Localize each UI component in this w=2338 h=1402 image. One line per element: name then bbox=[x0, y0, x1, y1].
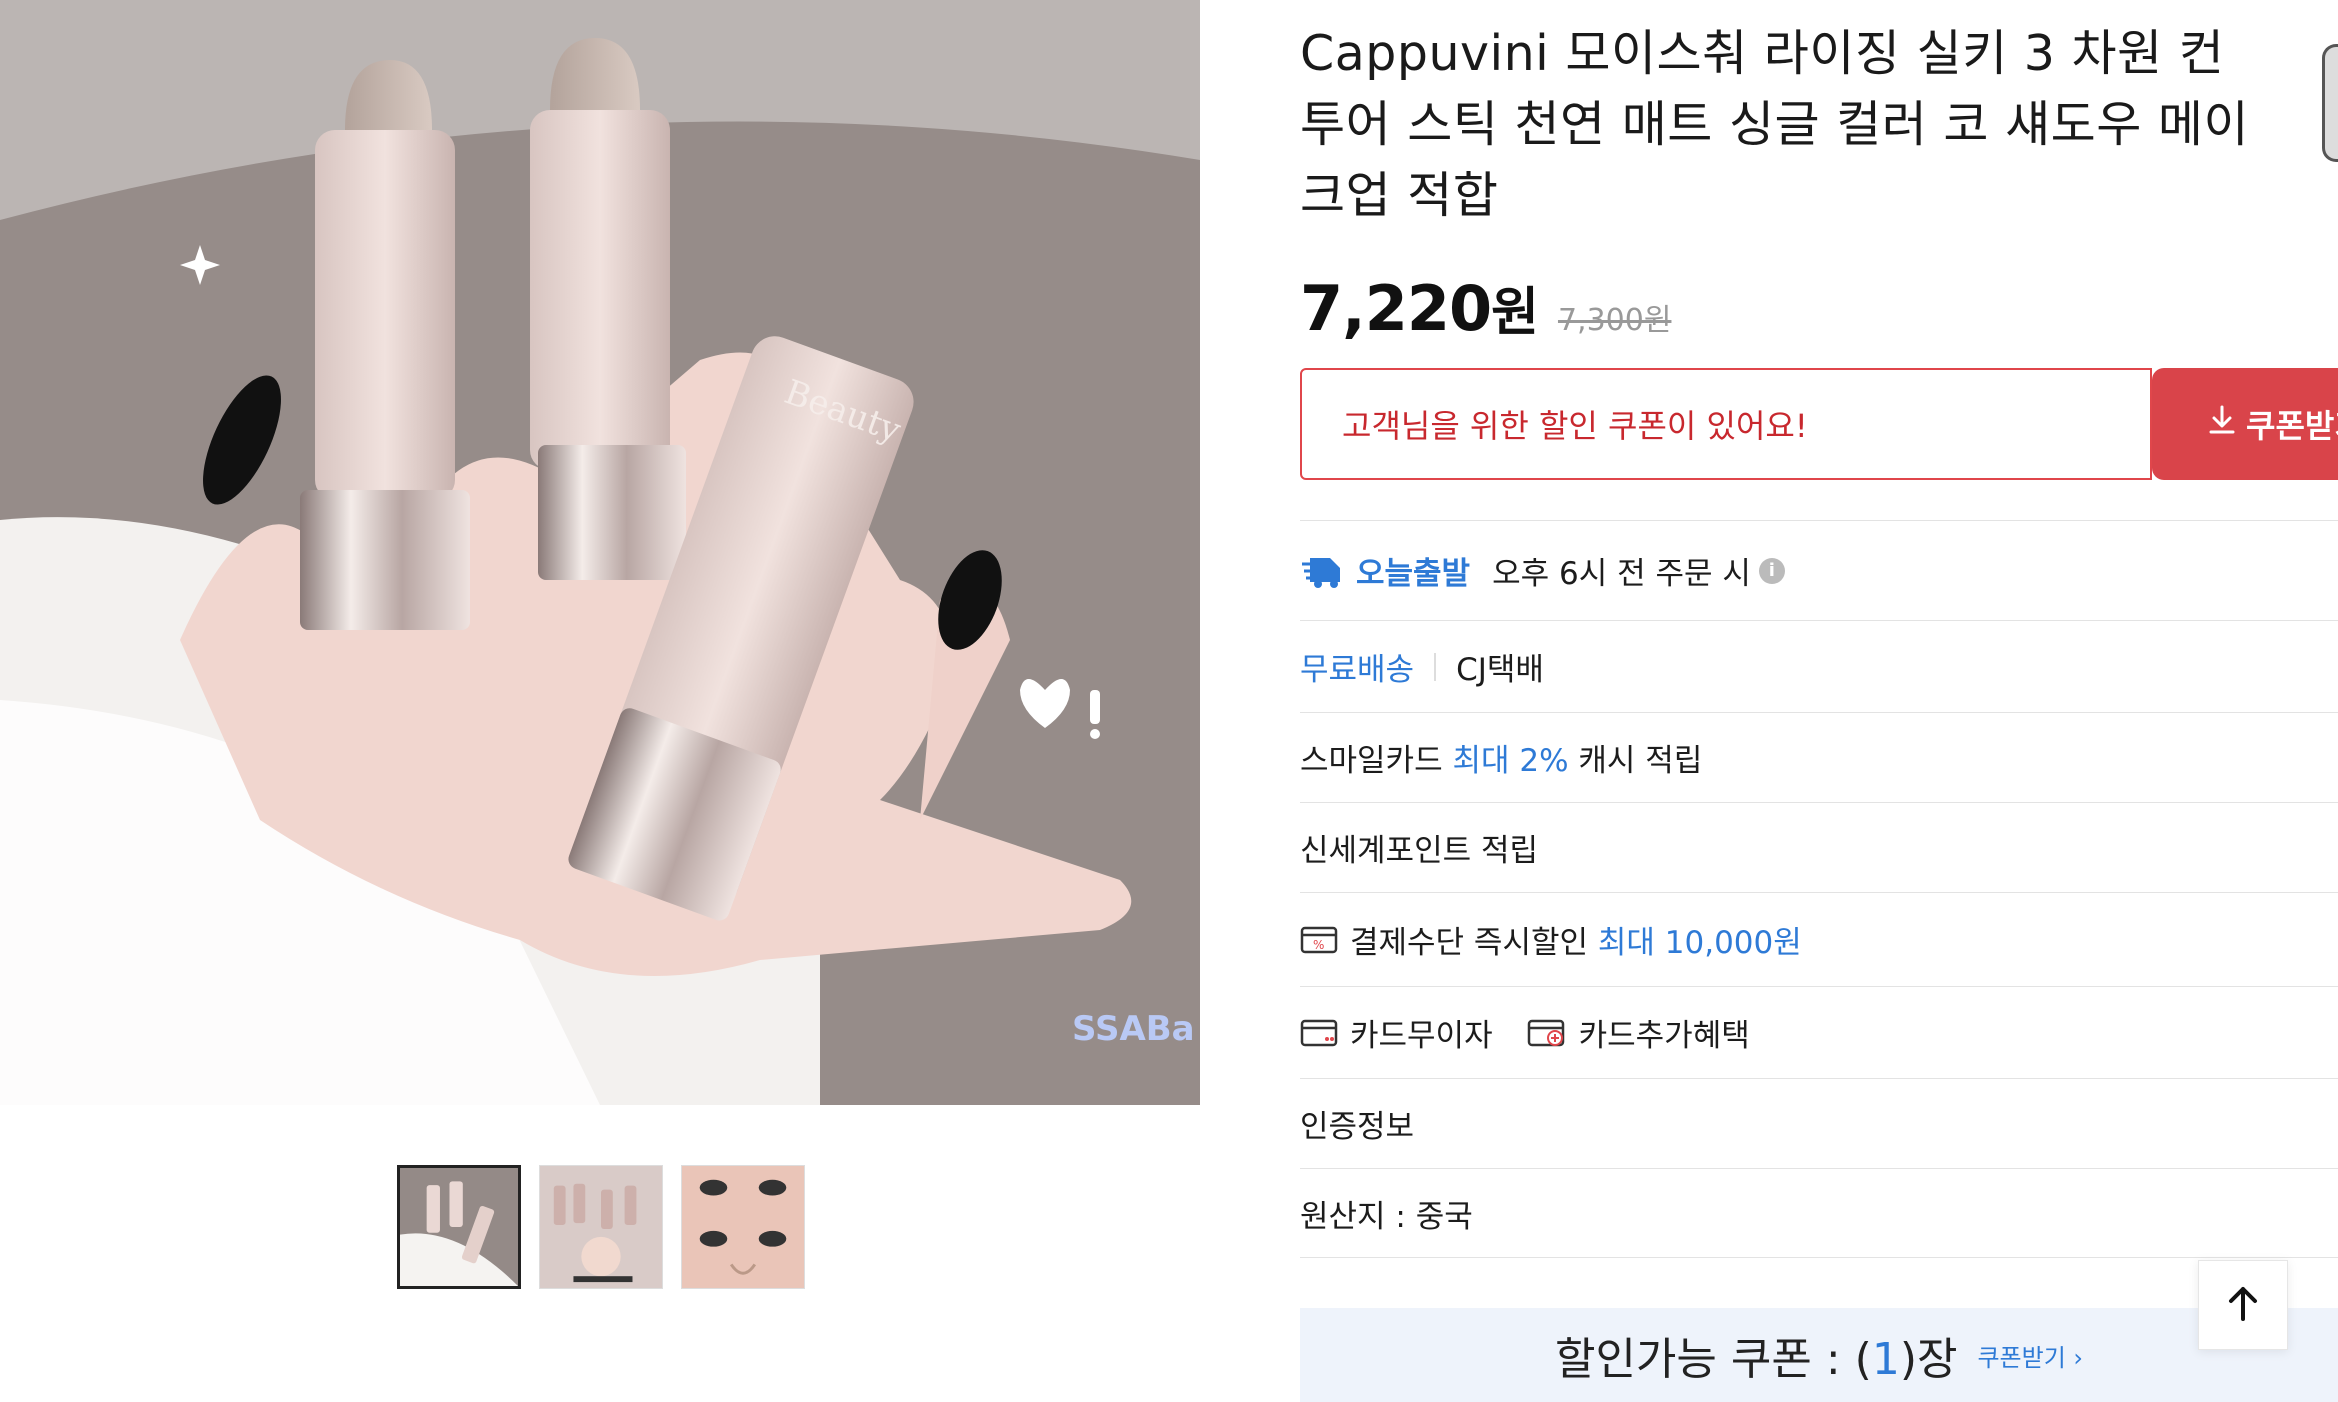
coupon-banner: 할인가능 쿠폰 : (1)장 쿠폰받기 › bbox=[1300, 1308, 2338, 1402]
coupon-count-text: 할인가능 쿠폰 : (1)장 bbox=[1555, 1323, 1958, 1387]
card-plus-icon bbox=[1527, 1018, 1567, 1048]
sale-price-unit: 원 bbox=[1491, 283, 1539, 343]
thumbnail-1[interactable] bbox=[397, 1165, 521, 1289]
watermark-text: SSABa bbox=[1072, 1009, 1195, 1049]
origin-label: 원산지 : 중국 bbox=[1300, 1198, 1473, 1235]
original-price: 7,300원 bbox=[1557, 303, 1672, 338]
shipping-cutoff: 오후 6시 전 주문 시 bbox=[1492, 556, 1751, 592]
divider bbox=[1434, 652, 1437, 681]
points-label: 신세계포인트 적립 bbox=[1300, 833, 1539, 869]
smilecard-prefix: 스마일카드 bbox=[1300, 743, 1443, 779]
download-icon bbox=[2208, 405, 2236, 443]
sale-price: 7,220원 bbox=[1300, 270, 1539, 345]
coupon-count-suffix: )장 bbox=[1899, 1334, 1958, 1385]
smilecard-highlight: 최대 2% bbox=[1452, 743, 1569, 779]
shipping-badge: 오늘출발 bbox=[1356, 556, 1471, 592]
payment-discount-highlight: 최대 10,000원 bbox=[1597, 925, 1802, 961]
product-main-image[interactable]: Beauty SSABa bbox=[0, 0, 1200, 1105]
payment-discount-label: 결제수단 즉시할인 bbox=[1350, 925, 1589, 961]
shipping-today-row: 오늘출발 오후 6시 전 주문 시 i bbox=[1300, 520, 2338, 620]
product-detail-panel: Cappuvini 모이스춰 라이징 실키 3 차원 컨투어 스틱 천연 매트 … bbox=[1300, 0, 2338, 1402]
smilecard-suffix: 캐시 적립 bbox=[1578, 743, 1703, 779]
product-title: Cappuvini 모이스춰 라이징 실키 3 차원 컨투어 스틱 천연 매트 … bbox=[1300, 25, 2250, 224]
coupon-banner-link[interactable]: 쿠폰받기 › bbox=[1977, 1338, 2083, 1373]
arrow-up-icon bbox=[2225, 1283, 2261, 1327]
smilecard-row[interactable]: 스마일카드 최대 2% 캐시 적립 bbox=[1300, 712, 2338, 802]
delivery-carrier: CJ택배 bbox=[1456, 652, 1544, 688]
card-extra-benefit[interactable]: 카드추가혜택 bbox=[1579, 1010, 1750, 1055]
side-scroll-handle[interactable] bbox=[2322, 44, 2338, 162]
svg-text:%: % bbox=[1313, 938, 1324, 952]
thumbnail-3[interactable] bbox=[681, 1165, 805, 1289]
scroll-top-button[interactable] bbox=[2198, 1260, 2288, 1350]
certification-row[interactable]: 인증정보 bbox=[1300, 1078, 2338, 1168]
card-benefits-row: 카드무이자 카드추가혜택 bbox=[1300, 986, 2338, 1078]
certification-label: 인증정보 bbox=[1300, 1109, 1415, 1145]
thumbnail-2[interactable] bbox=[539, 1165, 663, 1289]
coupon-count: 1 bbox=[1871, 1334, 1900, 1385]
discount-card-icon: % bbox=[1300, 925, 1338, 955]
coupon-notice[interactable]: 고객님을 위한 할인 쿠폰이 있어요! bbox=[1300, 368, 2152, 480]
payment-discount-row[interactable]: % 결제수단 즉시할인 최대 10,000원 bbox=[1300, 892, 2338, 986]
origin-row: 원산지 : 중국 bbox=[1300, 1168, 2338, 1258]
get-coupon-label: 쿠폰받기 bbox=[2246, 407, 2338, 445]
card-icon bbox=[1300, 1018, 1338, 1048]
info-icon[interactable]: i bbox=[1758, 557, 1785, 584]
fast-delivery-icon bbox=[1300, 554, 1344, 588]
points-row[interactable]: 신세계포인트 적립 bbox=[1300, 802, 2338, 892]
get-coupon-button[interactable]: 쿠폰받기 bbox=[2152, 368, 2338, 480]
delivery-row: 무료배송 CJ택배 bbox=[1300, 620, 2338, 712]
thumbnail-strip bbox=[397, 1165, 805, 1289]
card-installment[interactable]: 카드무이자 bbox=[1350, 1010, 1493, 1055]
sale-price-value: 7,220 bbox=[1300, 272, 1492, 345]
price-row: 7,220원 7,300원 bbox=[1300, 270, 1671, 345]
coupon-count-prefix: 할인가능 쿠폰 : ( bbox=[1554, 1334, 1872, 1385]
delivery-fee: 무료배송 bbox=[1300, 652, 1415, 688]
